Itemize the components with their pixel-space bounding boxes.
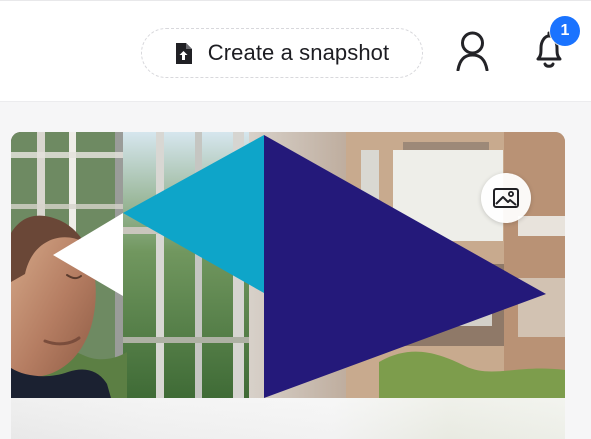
feature-card bbox=[11, 132, 565, 439]
create-snapshot-button[interactable]: Create a snapshot bbox=[141, 28, 423, 78]
image-action-button[interactable] bbox=[481, 173, 531, 223]
user-profile-button[interactable] bbox=[448, 27, 496, 79]
create-snapshot-label: Create a snapshot bbox=[207, 40, 390, 65]
document-upload-icon bbox=[175, 42, 192, 64]
page: Create a snapshot 1 bbox=[0, 0, 591, 439]
hero-image bbox=[11, 132, 565, 398]
top-header: Create a snapshot 1 bbox=[0, 0, 591, 102]
notification-count-badge: 1 bbox=[550, 16, 580, 46]
image-icon bbox=[492, 187, 520, 209]
card-content-area bbox=[11, 398, 565, 439]
user-profile-icon bbox=[455, 31, 490, 76]
